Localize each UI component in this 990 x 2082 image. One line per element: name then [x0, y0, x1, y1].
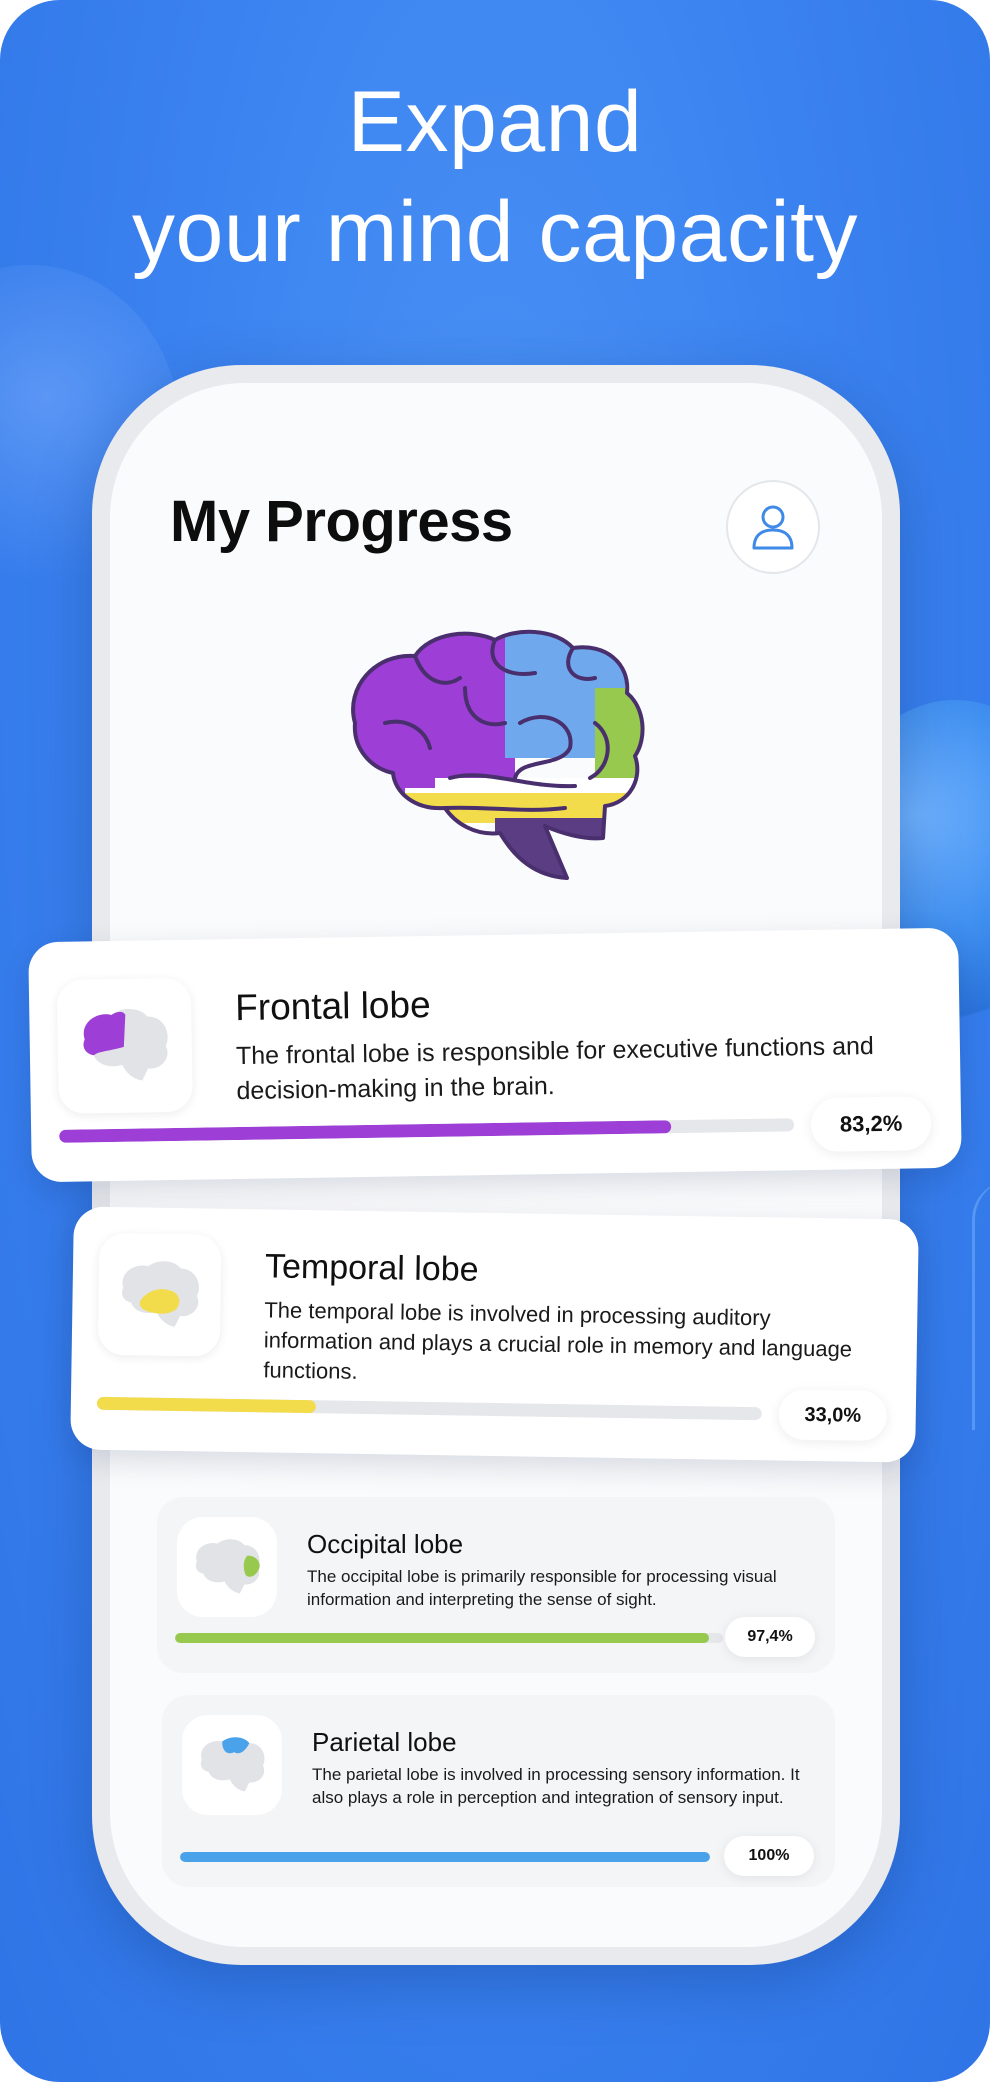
progress-percent: 33,0% — [778, 1389, 888, 1442]
lobe-description: The parietal lobe is involved in process… — [312, 1765, 800, 1807]
lobe-card-frontal[interactable]: Frontal lobe The frontal lobe is respons… — [28, 927, 962, 1183]
lobe-title: Occipital lobe — [307, 1529, 464, 1559]
progress-track — [175, 1633, 723, 1643]
headline-line-2: your mind capacity — [132, 184, 858, 280]
brain-occipital-icon — [195, 1539, 260, 1594]
balloon-string — [972, 1180, 990, 1430]
progress-track — [59, 1118, 795, 1143]
progress-track — [96, 1396, 762, 1421]
brain-temporal-icon — [122, 1261, 199, 1327]
progress-fill — [59, 1120, 671, 1143]
temporal-lobe-thumbnail — [97, 1232, 222, 1357]
lobe-title: Parietal lobe — [312, 1727, 457, 1757]
progress-percent: 100% — [724, 1836, 814, 1876]
parietal-lobe-thumbnail — [182, 1715, 282, 1815]
brain-parietal-icon — [200, 1737, 265, 1792]
headline-line-1: Expand — [347, 74, 643, 170]
progress-percent: 83,2% — [810, 1096, 932, 1153]
lobe-title: Temporal lobe — [264, 1247, 479, 1289]
promo-screen: Expand your mind capacity My Progress Fr… — [0, 0, 990, 2082]
lobe-description: The frontal lobe is responsible for exec… — [235, 1032, 875, 1106]
lobe-description: The temporal lobe is involved in process… — [263, 1297, 853, 1384]
page-title: My Progress — [170, 489, 513, 554]
user-icon — [752, 505, 794, 550]
brain-frontal-icon — [83, 1008, 168, 1081]
progress-fill — [180, 1852, 710, 1862]
brain-illustration — [351, 629, 645, 880]
lobe-card-occipital[interactable]: Occipital lobe The occipital lobe is pri… — [157, 1497, 835, 1673]
occipital-lobe-thumbnail — [177, 1517, 277, 1617]
lobe-title: Frontal lobe — [234, 984, 431, 1029]
lobe-card-parietal[interactable]: Parietal lobe The parietal lobe is invol… — [162, 1695, 835, 1887]
frontal-lobe-thumbnail — [56, 977, 193, 1114]
lobe-description: The occipital lobe is primarily responsi… — [307, 1567, 777, 1609]
progress-track — [180, 1852, 710, 1862]
lobe-card-temporal[interactable]: Temporal lobe The temporal lobe is invol… — [70, 1206, 919, 1463]
progress-fill — [96, 1396, 317, 1414]
progress-fill — [175, 1633, 709, 1643]
profile-button[interactable] — [726, 480, 820, 574]
progress-percent: 97,4% — [725, 1617, 815, 1657]
